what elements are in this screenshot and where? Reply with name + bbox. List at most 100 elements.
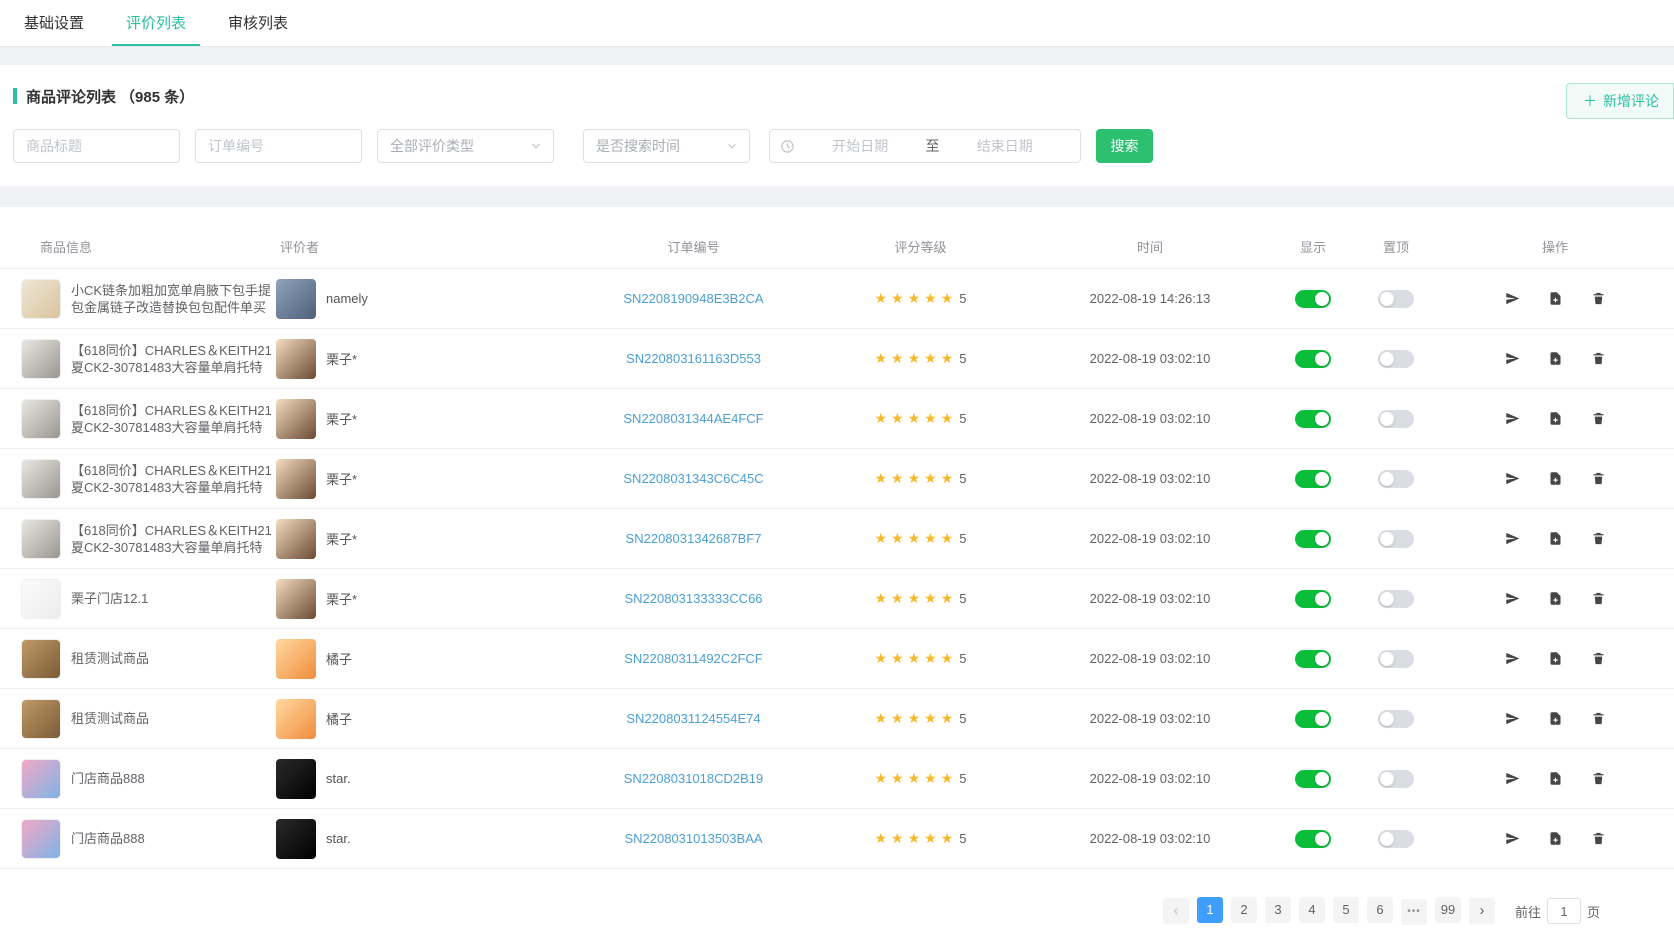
pagination-page-99[interactable]: 99	[1435, 897, 1461, 923]
pin-top-toggle[interactable]	[1378, 590, 1414, 608]
file-plus-icon[interactable]	[1547, 591, 1563, 607]
pin-top-toggle[interactable]	[1378, 710, 1414, 728]
order-number-link[interactable]: SN220803161163D553	[626, 351, 761, 366]
product-image	[21, 279, 61, 319]
reviewer-avatar	[276, 279, 316, 319]
pagination-page-1[interactable]: 1	[1197, 897, 1223, 923]
file-plus-icon[interactable]	[1547, 831, 1563, 847]
tab-review-list[interactable]: 评价列表	[112, 0, 200, 46]
order-number-link[interactable]: SN2208031013503BAA	[624, 831, 762, 846]
chevron-down-icon	[529, 139, 543, 153]
send-icon[interactable]	[1504, 771, 1520, 787]
table-header: 商品信息 评价者 订单编号 评分等级 时间 显示 置顶 操作	[0, 207, 1674, 269]
order-number-link[interactable]: SN2208031342687BF7	[626, 531, 762, 546]
send-icon[interactable]	[1504, 291, 1520, 307]
order-number-link[interactable]: SN2208031018CD2B19	[624, 771, 764, 786]
pin-top-toggle[interactable]	[1378, 830, 1414, 848]
pagination-page-4[interactable]: 4	[1299, 897, 1325, 923]
show-toggle[interactable]	[1295, 830, 1331, 848]
trash-icon[interactable]	[1590, 771, 1606, 787]
pagination-next[interactable]: ›	[1469, 898, 1495, 924]
pin-top-toggle[interactable]	[1378, 410, 1414, 428]
search-time-select[interactable]: 是否搜索时间	[583, 129, 750, 163]
search-button[interactable]: 搜索	[1096, 129, 1153, 163]
add-review-button[interactable]: ＋ 新增评论	[1566, 83, 1674, 119]
order-number-link[interactable]: SN220803133333CC66	[624, 591, 762, 606]
show-toggle[interactable]	[1295, 290, 1331, 308]
pin-top-toggle[interactable]	[1378, 290, 1414, 308]
show-toggle[interactable]	[1295, 650, 1331, 668]
product-title-input[interactable]	[13, 129, 180, 163]
pin-top-toggle[interactable]	[1378, 530, 1414, 548]
reviewer-name: star.	[326, 831, 351, 846]
send-icon[interactable]	[1504, 831, 1520, 847]
show-toggle[interactable]	[1295, 530, 1331, 548]
product-title: 【618同价】CHARLES＆KEITH21夏CK2-30781483大容量单肩…	[71, 522, 272, 556]
order-number-link[interactable]: SN2208031344AE4FCF	[623, 411, 763, 426]
show-toggle[interactable]	[1295, 350, 1331, 368]
order-number-link[interactable]: SN2208031343C6C45C	[623, 471, 763, 486]
trash-icon[interactable]	[1590, 531, 1606, 547]
send-icon[interactable]	[1504, 591, 1520, 607]
show-toggle[interactable]	[1295, 410, 1331, 428]
trash-icon[interactable]	[1590, 591, 1606, 607]
send-icon[interactable]	[1504, 411, 1520, 427]
spacer	[0, 186, 1674, 207]
file-plus-icon[interactable]	[1547, 711, 1563, 727]
review-table-panel: 商品信息 评价者 订单编号 评分等级 时间 显示 置顶 操作 小CK链条加粗加宽…	[0, 207, 1674, 927]
order-number-link[interactable]: SN2208031124554E74	[626, 711, 760, 726]
file-plus-icon[interactable]	[1547, 531, 1563, 547]
pin-top-toggle[interactable]	[1378, 650, 1414, 668]
trash-icon[interactable]	[1590, 651, 1606, 667]
show-toggle[interactable]	[1295, 710, 1331, 728]
pin-top-toggle[interactable]	[1378, 470, 1414, 488]
send-icon[interactable]	[1504, 531, 1520, 547]
reviewer-avatar	[276, 699, 316, 739]
trash-icon[interactable]	[1590, 291, 1606, 307]
file-plus-icon[interactable]	[1547, 771, 1563, 787]
pagination-page-2[interactable]: 2	[1231, 897, 1257, 923]
col-header-show: 显示	[1270, 225, 1356, 268]
pagination-page-6[interactable]: 6	[1367, 897, 1393, 923]
pagination-prev[interactable]: ‹	[1163, 898, 1189, 924]
trash-icon[interactable]	[1590, 471, 1606, 487]
goto-page-input[interactable]	[1547, 898, 1581, 924]
review-time: 2022-08-19 03:02:10	[1090, 351, 1211, 366]
file-plus-icon[interactable]	[1547, 411, 1563, 427]
pin-top-toggle[interactable]	[1378, 350, 1414, 368]
trash-icon[interactable]	[1590, 711, 1606, 727]
order-no-input[interactable]	[195, 129, 362, 163]
show-toggle[interactable]	[1295, 470, 1331, 488]
pin-top-toggle[interactable]	[1378, 770, 1414, 788]
file-plus-icon[interactable]	[1547, 351, 1563, 367]
file-plus-icon[interactable]	[1547, 651, 1563, 667]
show-toggle[interactable]	[1295, 590, 1331, 608]
tab-audit-list[interactable]: 审核列表	[214, 0, 302, 46]
product-image	[21, 459, 61, 499]
trash-icon[interactable]	[1590, 831, 1606, 847]
send-icon[interactable]	[1504, 651, 1520, 667]
send-icon[interactable]	[1504, 351, 1520, 367]
order-number-link[interactable]: SN2208190948E3B2CA	[623, 291, 763, 306]
trash-icon[interactable]	[1590, 351, 1606, 367]
reviewer-name: 橘子	[326, 649, 352, 668]
table-row: 【618同价】CHARLES＆KEITH21夏CK2-30781483大容量单肩…	[0, 449, 1674, 509]
file-plus-icon[interactable]	[1547, 291, 1563, 307]
pagination-page-5[interactable]: 5	[1333, 897, 1359, 923]
date-start-placeholder[interactable]: 开始日期	[795, 136, 926, 156]
review-type-select[interactable]: 全部评价类型	[377, 129, 554, 163]
pagination-page-3[interactable]: 3	[1265, 897, 1291, 923]
reviewer-avatar	[276, 399, 316, 439]
order-number-link[interactable]: SN22080311492C2FCF	[624, 651, 763, 666]
send-icon[interactable]	[1504, 711, 1520, 727]
date-end-placeholder[interactable]: 结束日期	[940, 136, 1071, 156]
send-icon[interactable]	[1504, 471, 1520, 487]
file-plus-icon[interactable]	[1547, 471, 1563, 487]
show-toggle[interactable]	[1295, 770, 1331, 788]
pagination-more[interactable]: •••	[1401, 899, 1427, 925]
tab-basic-settings[interactable]: 基础设置	[10, 0, 98, 46]
review-time: 2022-08-19 03:02:10	[1090, 471, 1211, 486]
trash-icon[interactable]	[1590, 411, 1606, 427]
reviewer-avatar	[276, 339, 316, 379]
date-range-picker[interactable]: 开始日期 至 结束日期	[769, 129, 1081, 163]
